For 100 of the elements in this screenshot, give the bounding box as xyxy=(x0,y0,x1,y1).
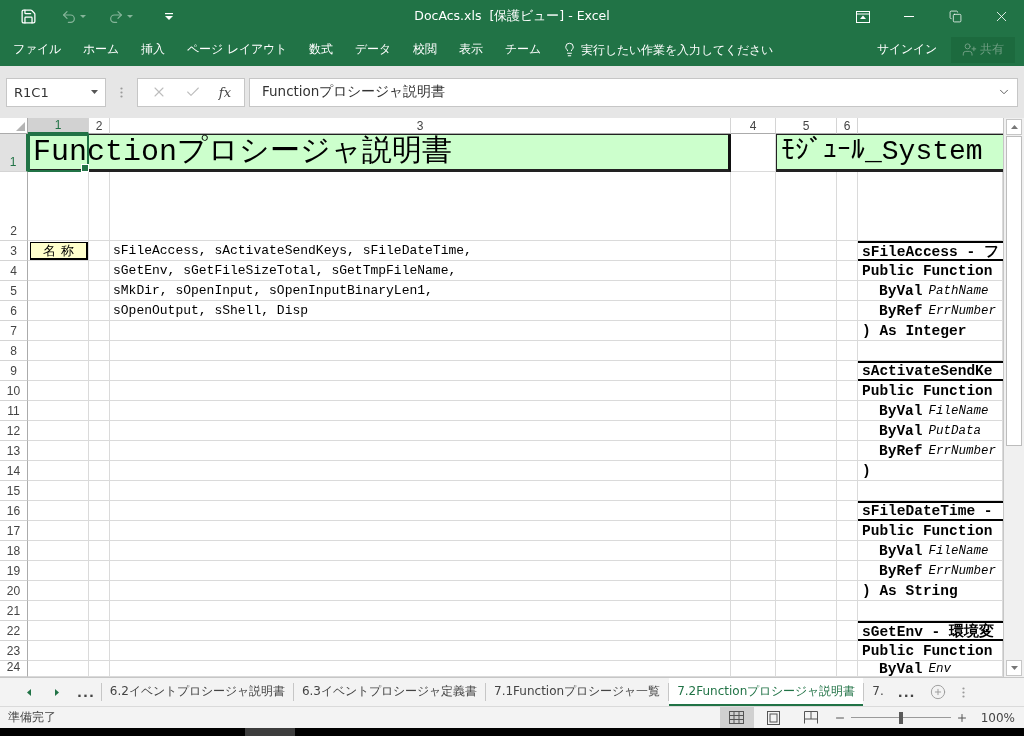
closing-text: ) xyxy=(861,462,872,481)
row-header[interactable]: 14 xyxy=(0,461,28,481)
ribbon-tab[interactable]: 表示 xyxy=(447,33,494,66)
module-title: ﾓｼﾞｭｰﾙ_System xyxy=(776,134,1003,172)
formula-input[interactable]: Functionプロシージャ説明書 xyxy=(249,77,1018,107)
select-all-button[interactable] xyxy=(0,118,28,134)
param-keyword: ByVal xyxy=(879,423,923,439)
row-header[interactable]: 4 xyxy=(0,261,28,281)
sheet-tab[interactable]: 7.1Functionプロシージャ一覧 xyxy=(486,678,669,706)
insert-function-button[interactable]: fx xyxy=(214,84,235,100)
row-header[interactable]: 9 xyxy=(0,361,28,381)
row-header[interactable]: 18 xyxy=(0,541,28,561)
tell-me-field[interactable]: 実行したい作業を入力してください xyxy=(580,37,786,62)
minimize-icon xyxy=(904,16,914,17)
scroll-up-button[interactable] xyxy=(1006,119,1022,135)
sheet-tab[interactable]: 6.2イベントプロシージャ説明書 xyxy=(101,678,293,706)
param-name: FileName xyxy=(928,404,989,418)
procedure-heading: sFileDateTime - xyxy=(858,501,1003,521)
row-header[interactable]: 22 xyxy=(0,621,28,641)
zoom-level-text: 100% xyxy=(980,710,1015,725)
ribbon-tab[interactable]: 校閲 xyxy=(401,33,448,66)
down-triangle-icon xyxy=(1010,666,1018,670)
row-header[interactable]: 15 xyxy=(0,481,28,501)
param-name: ErrNumber xyxy=(928,304,997,318)
ribbon-tab[interactable]: データ xyxy=(343,33,402,66)
normal-view-button[interactable] xyxy=(719,707,754,728)
row-header[interactable]: 6 xyxy=(0,301,28,321)
param-name: ErrNumber xyxy=(928,444,997,458)
row-header[interactable]: 24 xyxy=(0,661,28,677)
ribbon-tab[interactable]: ファイル xyxy=(2,33,72,66)
row-header[interactable]: 1 xyxy=(0,134,28,172)
param-name: PutData xyxy=(928,424,982,438)
right-triangle-icon xyxy=(55,688,59,696)
procedure-heading: sActivateSendKe xyxy=(858,361,1003,381)
row-header[interactable]: 12 xyxy=(0,421,28,441)
function-name-list: sOpenOutput, sShell, Disp xyxy=(110,301,731,321)
function-name-list: sGetEnv, sGetFileSizeTotal, sGetTmpFileName, xyxy=(110,261,731,281)
param-keyword: ByRef xyxy=(879,303,923,319)
window-title: DocAcs.xls [保護ビュー] - Excel xyxy=(414,8,610,25)
row-header[interactable]: 5 xyxy=(0,281,28,301)
row-header[interactable]: 19 xyxy=(0,561,28,581)
row-header[interactable]: 10 xyxy=(0,381,28,401)
vertical-dots-icon xyxy=(961,686,965,698)
scroll-thumb[interactable] xyxy=(1006,136,1022,446)
column-header[interactable]: 1 xyxy=(28,118,89,134)
ribbon-display-icon xyxy=(856,10,870,23)
ribbon-tab[interactable]: 挿入 xyxy=(130,33,176,66)
left-triangle-icon xyxy=(27,688,31,696)
ribbon-tab[interactable]: 数式 xyxy=(297,33,344,66)
sheet-tab[interactable]: 7. xyxy=(864,678,892,706)
closing-text: ) As Integer xyxy=(861,322,968,341)
ribbon-tab[interactable]: ホーム xyxy=(72,33,130,66)
param-keyword: ByRef xyxy=(879,563,923,579)
param-keyword: ByVal xyxy=(879,543,923,559)
sign-in-link[interactable]: サインイン xyxy=(873,41,941,58)
more-sheets-button[interactable]: ... xyxy=(891,678,922,706)
param-keyword: ByVal xyxy=(879,403,923,419)
param-keyword: ByVal xyxy=(879,661,923,677)
caret-icon xyxy=(80,15,86,18)
ribbon-tab[interactable]: ページ レイアウト xyxy=(176,33,298,66)
row-header[interactable]: 13 xyxy=(0,441,28,461)
row-header[interactable]: 2 xyxy=(0,172,28,241)
grid-view-icon xyxy=(729,711,745,724)
up-triangle-icon xyxy=(1010,125,1018,129)
sheet-tab[interactable]: 6.3イベントプロシージャ定義書 xyxy=(293,678,485,706)
column-header[interactable]: 2 xyxy=(89,118,110,134)
param-name: Env xyxy=(928,662,952,676)
person-add-icon xyxy=(962,42,977,57)
corner-triangle-icon xyxy=(16,122,25,131)
sheet-tab[interactable]: 7.2Functionプロシージャ説明書 xyxy=(669,678,864,706)
page-view-icon xyxy=(767,710,781,725)
row-header[interactable]: 17 xyxy=(0,521,28,541)
row-header[interactable]: 3 xyxy=(0,241,28,261)
name-label: 名 称 xyxy=(30,242,88,260)
param-name: FileName xyxy=(928,544,989,558)
declaration-text: Public Function xyxy=(861,382,994,401)
row-header[interactable]: 11 xyxy=(0,401,28,421)
column-header[interactable]: 4 xyxy=(731,118,776,134)
param-keyword: ByVal xyxy=(879,283,923,299)
more-sheets-button[interactable]: ... xyxy=(71,678,101,706)
row-header[interactable]: 21 xyxy=(0,601,28,621)
restore-icon xyxy=(948,10,962,23)
status-text: 準備完了 xyxy=(8,709,56,726)
zoom-slider-thumb[interactable] xyxy=(898,711,903,724)
name-box[interactable]: R1C1 xyxy=(6,77,106,107)
row-header[interactable]: 23 xyxy=(0,641,28,661)
closing-text: ) As String xyxy=(861,582,959,601)
ribbon-tab[interactable]: チーム xyxy=(493,33,552,66)
function-name-list: sMkDir, sOpenInput, sOpenInputBinaryLen1, xyxy=(110,281,731,301)
column-header[interactable]: 3 xyxy=(110,118,731,134)
row-header[interactable]: 20 xyxy=(0,581,28,601)
function-name-list: sFileAccess, sActivateSendKeys, sFileDateTime, xyxy=(110,241,731,261)
param-name: ErrNumber xyxy=(928,564,997,578)
column-header[interactable]: 5 xyxy=(776,118,837,134)
scroll-down-button[interactable] xyxy=(1006,660,1022,676)
row-header[interactable]: 8 xyxy=(0,341,28,361)
row-header[interactable]: 16 xyxy=(0,501,28,521)
row-header[interactable]: 7 xyxy=(0,321,28,341)
column-header[interactable]: 6 xyxy=(837,118,858,134)
save-icon xyxy=(20,8,37,25)
